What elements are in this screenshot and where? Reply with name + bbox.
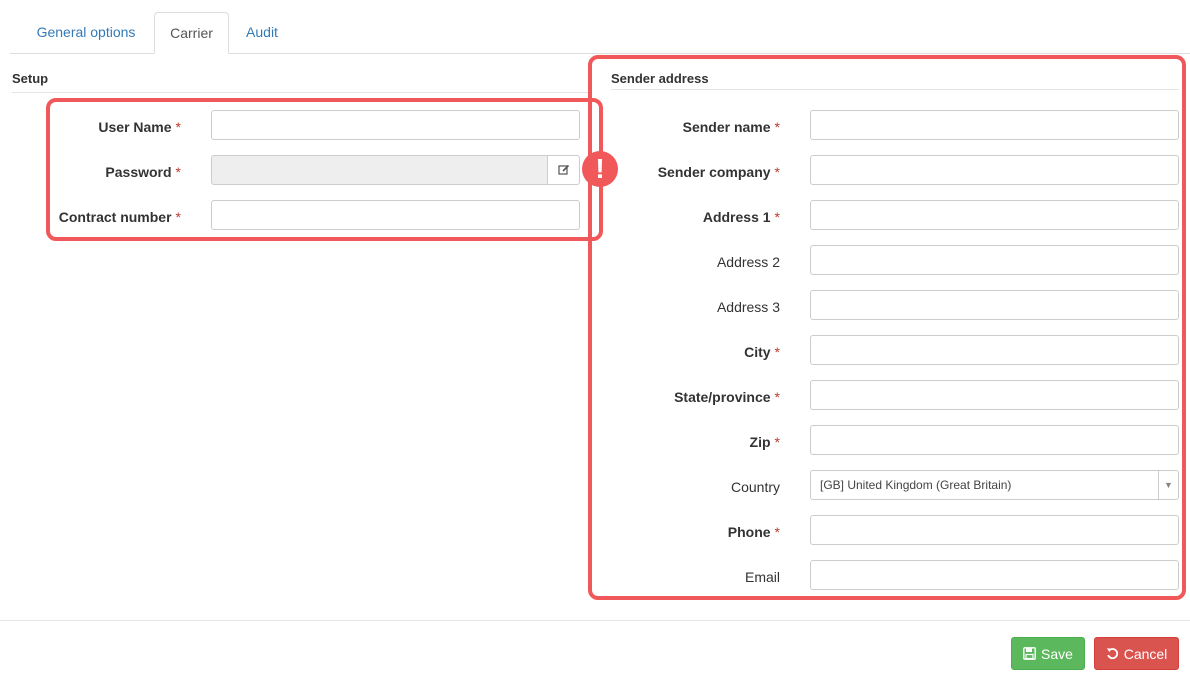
edit-password-button[interactable] (547, 155, 580, 185)
required-marker: * (774, 434, 780, 450)
sender-company-label: Sender company * (600, 162, 780, 182)
password-label: Password * (40, 162, 181, 182)
zip-label-text: Zip (749, 434, 771, 450)
required-marker: * (175, 164, 181, 180)
sender-company-label-text: Sender company (657, 164, 771, 180)
edit-icon (557, 164, 569, 175)
required-marker: * (774, 119, 780, 135)
save-button[interactable]: Save (1011, 637, 1085, 670)
required-marker: * (175, 209, 181, 225)
sender-name-label: Sender name * (600, 117, 780, 137)
address-3-label: Address 3 (716, 299, 780, 315)
state-province-label-text: State/province (674, 389, 771, 405)
password-input[interactable] (211, 155, 548, 185)
city-input[interactable] (810, 335, 1179, 365)
phone-label-text: Phone (727, 524, 771, 540)
zip-input[interactable] (810, 425, 1179, 455)
country-select-value: [GB] United Kingdom (Great Britain) (820, 478, 1012, 492)
state-province-input[interactable] (810, 380, 1179, 410)
address-1-input[interactable] (810, 200, 1179, 230)
required-marker: * (774, 389, 780, 405)
email-input[interactable] (810, 560, 1179, 590)
country-label: Country (730, 479, 780, 495)
address-1-label: Address 1 * (600, 207, 780, 227)
undo-icon (1106, 648, 1118, 660)
setup-section-title: Setup (12, 72, 590, 93)
required-marker: * (175, 119, 181, 135)
cancel-button-label: Cancel (1123, 645, 1168, 662)
state-province-label: State/province * (600, 387, 780, 407)
floppy-disk-icon (1023, 647, 1036, 660)
required-marker: * (774, 209, 780, 225)
sender-name-input[interactable] (810, 110, 1179, 140)
contract-number-label-text: Contract number (58, 209, 172, 225)
chevron-down-icon[interactable]: ▼ (1158, 471, 1178, 499)
user-name-label-text: User Name (98, 119, 172, 135)
address-3-input[interactable] (810, 290, 1179, 320)
footer-divider (0, 620, 1190, 621)
exclamation-icon: ! (582, 151, 618, 187)
city-label: City * (600, 342, 780, 362)
email-label: Email (744, 569, 780, 585)
phone-input[interactable] (810, 515, 1179, 545)
city-label-text: City (744, 344, 771, 360)
cancel-button[interactable]: Cancel (1094, 637, 1179, 670)
address-2-label: Address 2 (716, 254, 780, 270)
tab-audit[interactable]: Audit (236, 12, 288, 54)
required-marker: * (774, 344, 780, 360)
sender-company-input[interactable] (810, 155, 1179, 185)
zip-label: Zip * (600, 432, 780, 452)
password-label-text: Password (105, 164, 172, 180)
tab-carrier[interactable]: Carrier (154, 12, 229, 54)
user-name-label: User Name * (40, 117, 181, 137)
user-name-input[interactable] (211, 110, 580, 140)
required-marker: * (774, 524, 780, 540)
phone-label: Phone * (600, 522, 780, 542)
sender-address-section-title: Sender address (611, 72, 1179, 90)
save-button-label: Save (1041, 645, 1073, 662)
tab-bar: General options Carrier Audit (10, 12, 1190, 54)
tab-general-options[interactable]: General options (23, 12, 149, 54)
address-2-input[interactable] (810, 245, 1179, 275)
required-marker: * (774, 164, 780, 180)
contract-number-label: Contract number * (40, 207, 181, 227)
address-1-label-text: Address 1 (702, 209, 771, 225)
sender-name-label-text: Sender name (682, 119, 771, 135)
contract-number-input[interactable] (211, 200, 580, 230)
